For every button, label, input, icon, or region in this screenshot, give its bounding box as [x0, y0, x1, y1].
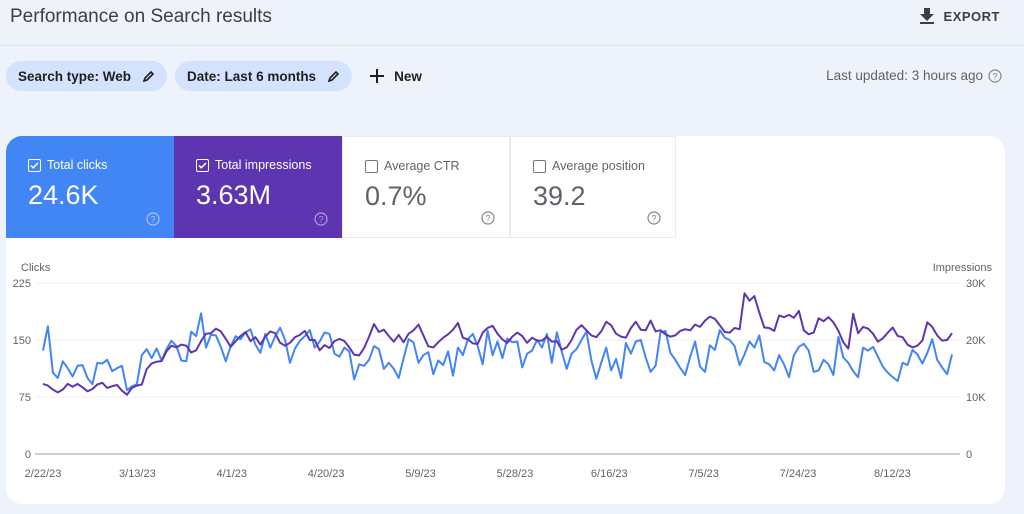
new-label: New — [394, 68, 422, 84]
y-tick-left: 75 — [19, 392, 31, 404]
y-tick-right: 20K — [966, 335, 986, 347]
performance-chart[interactable]: Clicks Impressions 0 0 75 10K 150 20K 225 30K 2… — [6, 136, 1005, 504]
export-label: EXPORT — [943, 8, 1000, 24]
edit-icon — [328, 70, 340, 82]
x-tick: 5/28/23 — [497, 468, 534, 480]
last-updated-text: Last updated: 3 hours ago — [826, 68, 983, 83]
x-tick: 5/9/23 — [405, 468, 436, 480]
y-tick-right: 10K — [966, 392, 986, 404]
help-icon[interactable]: ? — [988, 68, 1002, 83]
page-title: Performance on Search results — [10, 6, 272, 27]
last-updated: Last updated: 3 hours ago ? — [826, 68, 1002, 83]
y-axis-right-title: Impressions — [933, 262, 993, 274]
x-tick: 4/1/23 — [216, 468, 247, 480]
y-tick-left: 225 — [13, 278, 31, 290]
filter-bar: Search type: Web Date: Last 6 months New — [6, 61, 422, 91]
x-tick: 6/16/23 — [591, 468, 628, 480]
svg-text:?: ? — [992, 71, 997, 81]
y-tick-left: 0 — [25, 449, 31, 461]
x-tick: 2/22/23 — [25, 468, 62, 480]
new-filter-button[interactable]: New — [370, 69, 422, 84]
x-tick: 3/13/23 — [119, 468, 156, 480]
y-axis-left-title: Clicks — [21, 262, 51, 274]
chip-label: Search type: Web — [18, 68, 132, 84]
x-tick: 7/5/23 — [688, 468, 719, 480]
plus-icon — [370, 69, 385, 83]
edit-icon — [143, 70, 155, 82]
y-tick-left: 150 — [13, 335, 31, 347]
y-tick-right: 0 — [966, 449, 972, 461]
y-tick-right: 30K — [966, 278, 986, 290]
date-range-chip[interactable]: Date: Last 6 months — [175, 61, 353, 91]
search-type-chip[interactable]: Search type: Web — [6, 61, 168, 91]
x-tick: 4/20/23 — [308, 468, 345, 480]
x-tick: 7/24/23 — [780, 468, 817, 480]
header-divider — [0, 45, 1024, 46]
x-tick: 8/12/23 — [874, 468, 911, 480]
export-button[interactable]: EXPORT — [919, 8, 1000, 24]
download-icon — [919, 8, 934, 24]
performance-card: Total clicks 24.6K ? Total impressions 3… — [6, 136, 1005, 504]
chip-label: Date: Last 6 months — [187, 68, 317, 84]
